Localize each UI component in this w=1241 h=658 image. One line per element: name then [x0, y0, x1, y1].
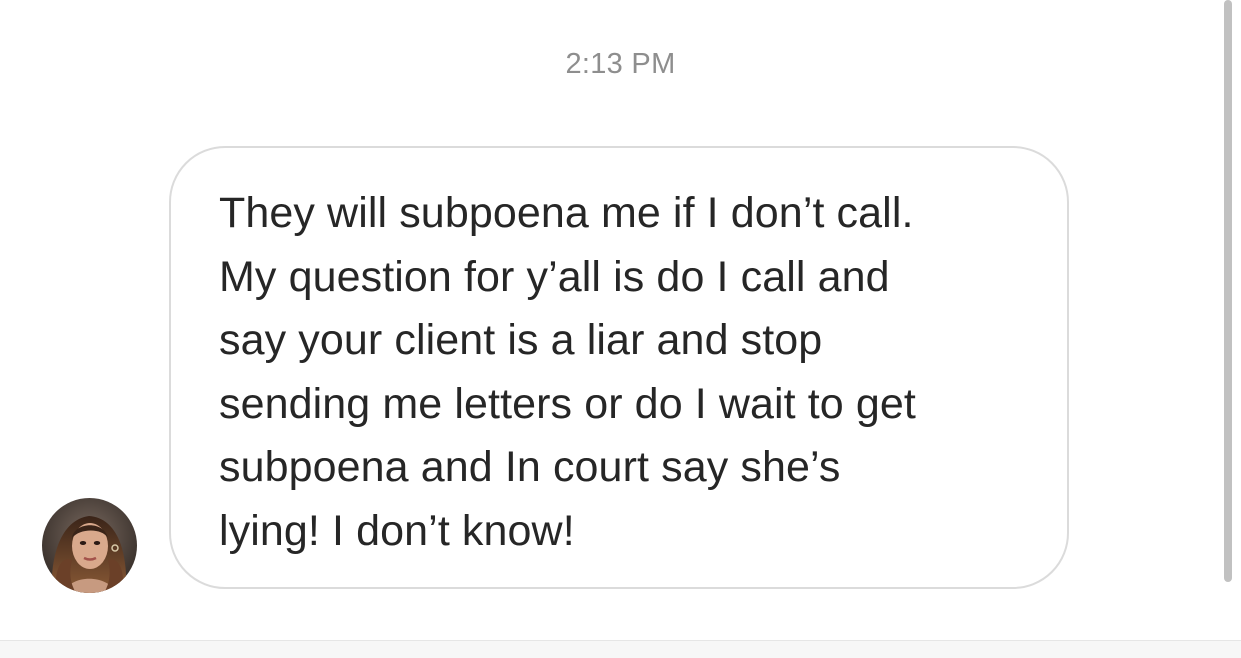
message-bubble[interactable]: They will subpoena me if I don’t call. M…: [169, 146, 1069, 589]
message-thread: 2:13 PM They will subpoena me if I don’t…: [0, 0, 1241, 640]
incoming-message-row: They will subpoena me if I don’t call. M…: [0, 146, 1241, 596]
sender-avatar[interactable]: [42, 498, 137, 593]
scrollbar-thumb[interactable]: [1224, 0, 1232, 582]
composer-bar-edge: [0, 640, 1241, 658]
message-timestamp: 2:13 PM: [565, 48, 676, 80]
avatar-photo: [42, 498, 137, 593]
message-text: They will subpoena me if I don’t call. M…: [219, 189, 916, 555]
